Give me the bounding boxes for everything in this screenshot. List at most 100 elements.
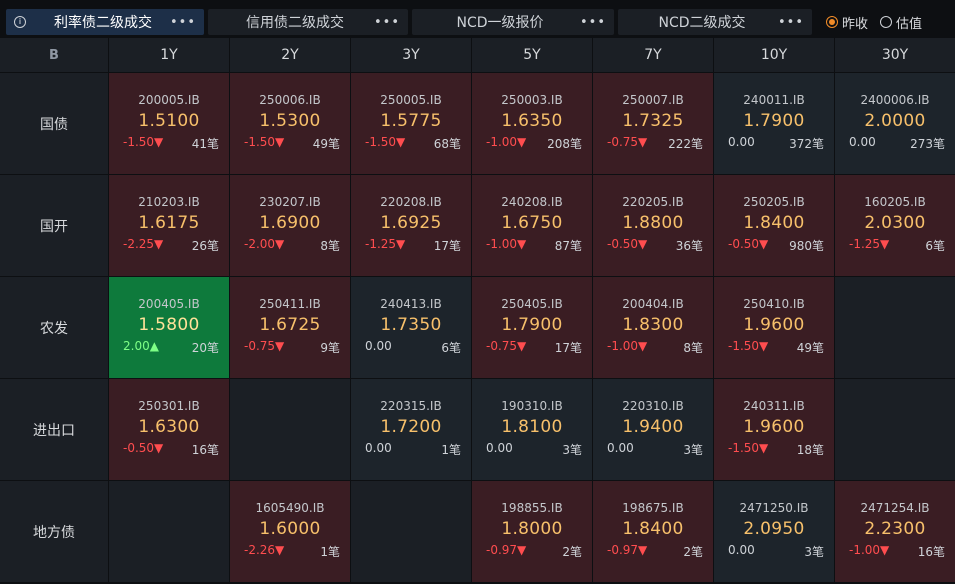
- column-header-7y[interactable]: 7Y: [593, 38, 713, 72]
- bp-change: -0.97▼: [486, 543, 527, 557]
- cell-meta: -2.25▼ 26笔: [109, 237, 229, 254]
- quote-cell[interactable]: 250007.IB 1.7325 -0.75▼ 222笔: [593, 73, 713, 174]
- bp-change: -1.00▼: [486, 237, 527, 251]
- cell-meta: -2.26▼ 1笔: [230, 543, 350, 560]
- quote-cell[interactable]: 1605490.IB 1.6000 -2.26▼ 1笔: [230, 481, 350, 582]
- trade-count: 87笔: [554, 239, 582, 253]
- row-label: 国债: [0, 73, 108, 174]
- bp-change: 0.00: [365, 339, 392, 353]
- column-header-10y[interactable]: 10Y: [714, 38, 834, 72]
- tab-credit-bond-trades[interactable]: 信用债二级成交 •••: [208, 9, 408, 35]
- quote-cell[interactable]: 240413.IB 1.7350 0.00 6笔: [351, 277, 471, 378]
- quote-cell[interactable]: 250410.IB 1.9600 -1.50▼ 49笔: [714, 277, 834, 378]
- bp-change: -2.00▼: [244, 237, 285, 251]
- trade-count: 17笔: [433, 239, 461, 253]
- quote-cell[interactable]: 250005.IB 1.5775 -1.50▼ 68笔: [351, 73, 471, 174]
- yield-rate: 1.6900: [259, 213, 321, 233]
- bp-change: -1.00▼: [849, 543, 890, 557]
- quote-cell[interactable]: 250405.IB 1.7900 -0.75▼ 17笔: [472, 277, 592, 378]
- bp-change: -0.75▼: [244, 339, 285, 353]
- quote-cell[interactable]: 220310.IB 1.9400 0.00 3笔: [593, 379, 713, 480]
- quote-cell[interactable]: 200404.IB 1.8300 -1.00▼ 8笔: [593, 277, 713, 378]
- quote-cell[interactable]: 198855.IB 1.8000 -0.97▼ 2笔: [472, 481, 592, 582]
- trade-count: 36笔: [675, 239, 703, 253]
- cell-meta: -1.00▼ 87笔: [472, 237, 592, 254]
- row-label: 农发: [0, 277, 108, 378]
- yield-rate: 2.0300: [864, 213, 926, 233]
- bp-change: 0.00: [728, 135, 755, 149]
- quote-cell[interactable]: 240311.IB 1.9600 -1.50▼ 18笔: [714, 379, 834, 480]
- quote-cell[interactable]: 250205.IB 1.8400 -0.50▼ 980笔: [714, 175, 834, 276]
- info-icon[interactable]: i: [14, 16, 26, 28]
- quote-cell[interactable]: 240208.IB 1.6750 -1.00▼ 87笔: [472, 175, 592, 276]
- more-icon[interactable]: •••: [580, 15, 606, 30]
- more-icon[interactable]: •••: [170, 15, 196, 30]
- column-header-1y[interactable]: 1Y: [109, 38, 229, 72]
- quote-cell[interactable]: 190310.IB 1.8100 0.00 3笔: [472, 379, 592, 480]
- column-header-30y[interactable]: 30Y: [835, 38, 955, 72]
- radio-prev-close[interactable]: 昨收: [826, 13, 868, 32]
- radio-label: 昨收: [842, 16, 869, 32]
- cell-meta: 2.00▲ 20笔: [109, 339, 229, 356]
- yield-rate: 1.8400: [622, 519, 684, 539]
- quote-cell[interactable]: 2471250.IB 2.0950 0.00 3笔: [714, 481, 834, 582]
- quote-cell[interactable]: 200005.IB 1.5100 -1.50▼ 41笔: [109, 73, 229, 174]
- bond-code: 250005.IB: [380, 93, 442, 107]
- quote-cell[interactable]: 210203.IB 1.6175 -2.25▼ 26笔: [109, 175, 229, 276]
- trade-count: 8笔: [320, 239, 340, 253]
- bond-code: 2400006.IB: [860, 93, 930, 107]
- column-header-3y[interactable]: 3Y: [351, 38, 471, 72]
- more-icon[interactable]: •••: [374, 15, 400, 30]
- bond-code: 220208.IB: [380, 195, 442, 209]
- yield-rate: 1.6725: [259, 315, 321, 335]
- yield-rate: 2.0000: [864, 111, 926, 131]
- bond-code: 2471254.IB: [860, 501, 930, 515]
- cell-meta: 0.00 3笔: [714, 543, 834, 560]
- quote-cell[interactable]: 250006.IB 1.5300 -1.50▼ 49笔: [230, 73, 350, 174]
- radio-valuation[interactable]: 估值: [880, 13, 922, 32]
- quote-cell[interactable]: 220315.IB 1.7200 0.00 1笔: [351, 379, 471, 480]
- quote-cell[interactable]: 230207.IB 1.6900 -2.00▼ 8笔: [230, 175, 350, 276]
- column-header-5y[interactable]: 5Y: [472, 38, 592, 72]
- cell-meta: -2.00▼ 8笔: [230, 237, 350, 254]
- cell-meta: -1.50▼ 68笔: [351, 135, 471, 152]
- bp-change: -1.50▼: [728, 339, 769, 353]
- tab-ncd-primary-quotes[interactable]: NCD一级报价 •••: [412, 9, 614, 35]
- quote-cell[interactable]: 250301.IB 1.6300 -0.50▼ 16笔: [109, 379, 229, 480]
- tab-label: 信用债二级成交: [245, 15, 344, 31]
- yield-rate: 1.9400: [622, 417, 684, 437]
- rate-board-app: i 利率债二级成交 ••• 信用债二级成交 ••• NCD一级报价 ••• NC…: [0, 0, 955, 584]
- quote-cell[interactable]: 198675.IB 1.8400 -0.97▼ 2笔: [593, 481, 713, 582]
- yield-rate: 1.6300: [138, 417, 200, 437]
- quote-cell[interactable]: 200405.IB 1.5800 2.00▲ 20笔: [109, 277, 229, 378]
- quote-cell[interactable]: 2400006.IB 2.0000 0.00 273笔: [835, 73, 955, 174]
- tab-ncd-secondary-trades[interactable]: NCD二级成交 •••: [618, 9, 812, 35]
- quote-cell[interactable]: 160205.IB 2.0300 -1.25▼ 6笔: [835, 175, 955, 276]
- tab-rate-bond-trades[interactable]: i 利率债二级成交 •••: [6, 9, 204, 35]
- tab-label: 利率债二级成交: [53, 15, 152, 31]
- bond-code: 1605490.IB: [255, 501, 325, 515]
- trade-count: 49笔: [312, 137, 340, 151]
- trade-count: 6笔: [441, 341, 461, 355]
- quote-cell[interactable]: 2471254.IB 2.2300 -1.00▼ 16笔: [835, 481, 955, 582]
- bond-code: 240413.IB: [380, 297, 442, 311]
- empty-cell: [835, 379, 955, 480]
- trade-count: 3笔: [562, 443, 582, 457]
- bond-code: 240011.IB: [743, 93, 805, 107]
- quote-cell[interactable]: 250003.IB 1.6350 -1.00▼ 208笔: [472, 73, 592, 174]
- row-label: 国开: [0, 175, 108, 276]
- bond-code: 210203.IB: [138, 195, 200, 209]
- more-icon[interactable]: •••: [778, 15, 804, 30]
- bp-change: -1.50▼: [728, 441, 769, 455]
- column-header-2y[interactable]: 2Y: [230, 38, 350, 72]
- empty-cell: [835, 277, 955, 378]
- radio-checked-icon: [826, 16, 838, 28]
- quote-cell[interactable]: 240011.IB 1.7900 0.00 372笔: [714, 73, 834, 174]
- quote-cell[interactable]: 220205.IB 1.8800 -0.50▼ 36笔: [593, 175, 713, 276]
- bp-change: -0.75▼: [607, 135, 648, 149]
- trade-count: 208笔: [547, 137, 582, 151]
- trade-count: 20笔: [191, 341, 219, 355]
- quote-cell[interactable]: 250411.IB 1.6725 -0.75▼ 9笔: [230, 277, 350, 378]
- quote-cell[interactable]: 220208.IB 1.6925 -1.25▼ 17笔: [351, 175, 471, 276]
- trade-count: 1笔: [320, 545, 340, 559]
